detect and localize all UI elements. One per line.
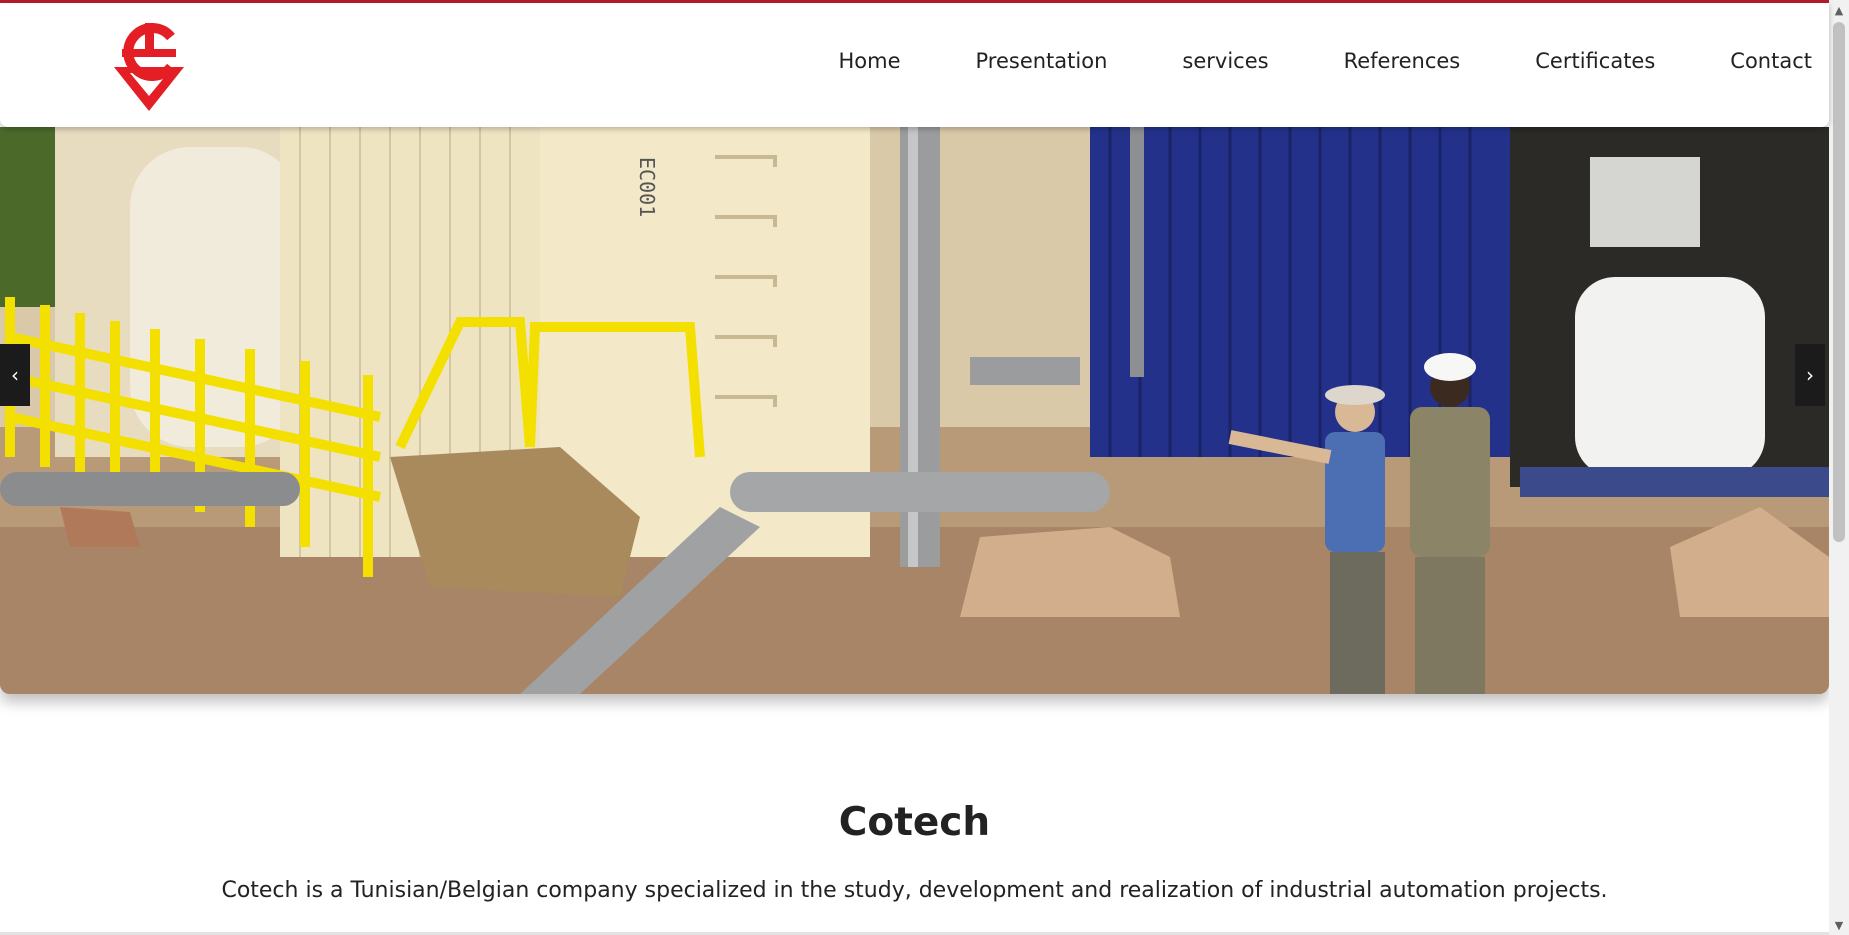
svg-text:EC001: EC001 <box>635 157 659 217</box>
carousel-prev-button[interactable]: ‹ <box>0 344 30 406</box>
company-description: Cotech is a Tunisian/Belgian company spe… <box>221 878 1608 903</box>
nav-services[interactable]: services <box>1182 49 1268 73</box>
page-title: Cotech <box>838 800 991 845</box>
vertical-scrollbar[interactable]: ▲ ▼ <box>1829 0 1849 935</box>
nav-home[interactable]: Home <box>838 49 900 73</box>
nav-contact[interactable]: Contact <box>1730 49 1812 73</box>
scroll-down-icon[interactable]: ▼ <box>1829 915 1849 935</box>
nav-certificates[interactable]: Certificates <box>1535 49 1655 73</box>
site-header: Home Presentation services References Ce… <box>0 3 1829 127</box>
hero-carousel: EC001 <box>0 127 1829 694</box>
cotech-logo-icon <box>114 23 184 111</box>
main-nav: Home Presentation services References Ce… <box>763 49 1812 73</box>
scroll-up-icon[interactable]: ▲ <box>1829 0 1849 20</box>
nav-presentation[interactable]: Presentation <box>976 49 1108 73</box>
hero-image: EC001 <box>0 127 1829 694</box>
carousel-next-button[interactable]: › <box>1795 344 1825 406</box>
scroll-thumb[interactable] <box>1833 22 1845 542</box>
nav-references[interactable]: References <box>1344 49 1461 73</box>
